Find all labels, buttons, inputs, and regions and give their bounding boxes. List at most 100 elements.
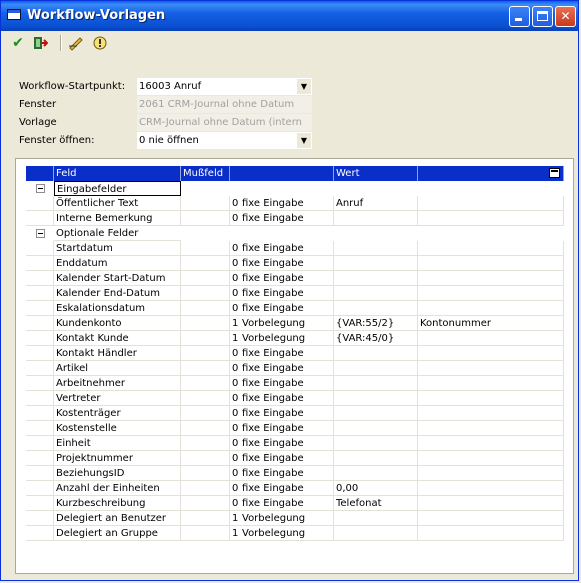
- cell-mode[interactable]: fixe Eingabe: [240, 421, 334, 436]
- table-row[interactable]: Enddatum 0 fixe Eingabe: [26, 256, 564, 271]
- cell-wert[interactable]: [334, 286, 418, 301]
- collapse-icon[interactable]: [36, 184, 45, 193]
- cell-wert[interactable]: {VAR:45/0}: [334, 331, 418, 346]
- table-row[interactable]: BeziehungsID 0 fixe Eingabe: [26, 466, 564, 481]
- cell-mode[interactable]: fixe Eingabe: [240, 451, 334, 466]
- fields-grid[interactable]: Feld Mußfeld Wert Eingabefelder Öffentlic…: [26, 166, 564, 562]
- cell-feld[interactable]: Kurzbeschreibung: [54, 496, 181, 511]
- group-row[interactable]: Optionale Felder: [26, 226, 564, 241]
- cell-mode[interactable]: fixe Eingabe: [240, 361, 334, 376]
- cell-extra[interactable]: Kontonummer: [418, 316, 564, 331]
- cell-mode[interactable]: Vorbelegung: [240, 316, 334, 331]
- cell-extra[interactable]: [418, 481, 564, 496]
- cell-extra[interactable]: [418, 436, 564, 451]
- table-row[interactable]: Einheit 0 fixe Eingabe: [26, 436, 564, 451]
- cell-feld[interactable]: Kundenkonto: [54, 316, 181, 331]
- cell-feld[interactable]: Einheit: [54, 436, 181, 451]
- cell-mussfeld[interactable]: [181, 481, 230, 496]
- cell-mode[interactable]: fixe Eingabe: [240, 196, 334, 211]
- cell-feld[interactable]: Delegiert an Gruppe: [54, 526, 181, 541]
- cell-extra[interactable]: [418, 211, 564, 226]
- cell-mussfeld[interactable]: [181, 286, 230, 301]
- cell-mussfeld[interactable]: [181, 451, 230, 466]
- cell-mussfeld[interactable]: [181, 466, 230, 481]
- cell-mussfeld[interactable]: [181, 331, 230, 346]
- cell-feld[interactable]: Delegiert an Benutzer: [54, 511, 181, 526]
- cell-mussfeld[interactable]: [181, 421, 230, 436]
- cell-feld[interactable]: Interne Bemerkung: [54, 211, 181, 226]
- table-row[interactable]: Delegiert an Benutzer 1 Vorbelegung: [26, 511, 564, 526]
- cell-mode[interactable]: fixe Eingabe: [240, 241, 334, 256]
- cell-extra[interactable]: [418, 346, 564, 361]
- cell-wert[interactable]: {VAR:55/2}: [334, 316, 418, 331]
- cell-mode[interactable]: fixe Eingabe: [240, 466, 334, 481]
- cell-wert[interactable]: [334, 466, 418, 481]
- cell-extra[interactable]: [418, 256, 564, 271]
- cell-feld[interactable]: BeziehungsID: [54, 466, 181, 481]
- header-extra[interactable]: [418, 166, 564, 181]
- cell-extra[interactable]: [418, 406, 564, 421]
- cell-extra[interactable]: [418, 286, 564, 301]
- cell-wert[interactable]: [334, 346, 418, 361]
- cell-wert[interactable]: [334, 241, 418, 256]
- table-row[interactable]: Projektnummer 0 fixe Eingabe: [26, 451, 564, 466]
- cell-wert[interactable]: [334, 391, 418, 406]
- info-icon[interactable]: [91, 34, 109, 52]
- table-row[interactable]: Eskalationsdatum 0 fixe Eingabe: [26, 301, 564, 316]
- table-row[interactable]: Kontakt Händler 0 fixe Eingabe: [26, 346, 564, 361]
- cell-wert[interactable]: [334, 376, 418, 391]
- cell-wert[interactable]: Anruf: [334, 196, 418, 211]
- cell-extra[interactable]: [418, 241, 564, 256]
- table-row[interactable]: Kalender Start-Datum 0 fixe Eingabe: [26, 271, 564, 286]
- cell-feld[interactable]: Arbeitnehmer: [54, 376, 181, 391]
- cell-mussfeld[interactable]: [181, 346, 230, 361]
- checkmark-icon[interactable]: ✔: [9, 34, 27, 52]
- cell-wert[interactable]: [334, 436, 418, 451]
- cell-mode[interactable]: fixe Eingabe: [240, 391, 334, 406]
- cell-mode[interactable]: fixe Eingabe: [240, 481, 334, 496]
- cell-feld[interactable]: Kostenträger: [54, 406, 181, 421]
- table-row[interactable]: Kontakt Kunde 1 Vorbelegung {VAR:45/0}: [26, 331, 564, 346]
- cell-extra[interactable]: [418, 361, 564, 376]
- cell-mussfeld[interactable]: [181, 526, 230, 541]
- cell-feld[interactable]: Öffentlicher Text: [54, 196, 181, 211]
- cell-feld[interactable]: Kalender Start-Datum: [54, 271, 181, 286]
- cell-extra[interactable]: [418, 271, 564, 286]
- cell-mode[interactable]: fixe Eingabe: [240, 346, 334, 361]
- cell-mode[interactable]: fixe Eingabe: [240, 436, 334, 451]
- table-row[interactable]: Artikel 0 fixe Eingabe: [26, 361, 564, 376]
- table-row[interactable]: Anzahl der Einheiten 0 fixe Eingabe 0,00: [26, 481, 564, 496]
- edit-icon[interactable]: [67, 34, 85, 52]
- cell-mussfeld[interactable]: [181, 376, 230, 391]
- cell-mode[interactable]: fixe Eingabe: [240, 301, 334, 316]
- cell-extra[interactable]: [418, 196, 564, 211]
- maximize-button[interactable]: [532, 6, 553, 27]
- cell-mode[interactable]: Vorbelegung: [240, 526, 334, 541]
- cell-mussfeld[interactable]: [181, 211, 230, 226]
- startpunkt-select[interactable]: 16003 Anruf ▼: [137, 78, 312, 95]
- cell-extra[interactable]: [418, 496, 564, 511]
- cell-mode[interactable]: fixe Eingabe: [240, 286, 334, 301]
- table-row[interactable]: Delegiert an Gruppe 1 Vorbelegung: [26, 526, 564, 541]
- table-row[interactable]: Startdatum 0 fixe Eingabe: [26, 241, 564, 256]
- title-bar[interactable]: Workflow-Vorlagen ✕: [1, 1, 578, 31]
- cell-extra[interactable]: [418, 391, 564, 406]
- cell-wert[interactable]: [334, 406, 418, 421]
- header-wert[interactable]: Wert: [334, 166, 418, 181]
- cell-wert[interactable]: [334, 271, 418, 286]
- cell-mussfeld[interactable]: [181, 316, 230, 331]
- cell-mode[interactable]: fixe Eingabe: [240, 271, 334, 286]
- cell-wert[interactable]: [334, 361, 418, 376]
- table-row[interactable]: Interne Bemerkung 0 fixe Eingabe: [26, 211, 564, 226]
- close-button[interactable]: ✕: [555, 6, 576, 27]
- cell-mussfeld[interactable]: [181, 511, 230, 526]
- cell-feld[interactable]: Kontakt Kunde: [54, 331, 181, 346]
- cell-feld[interactable]: Eskalationsdatum: [54, 301, 181, 316]
- header-feld[interactable]: Feld: [54, 166, 181, 181]
- chevron-down-icon[interactable]: ▼: [297, 79, 311, 94]
- table-row[interactable]: Kundenkonto 1 Vorbelegung {VAR:55/2} Kontonu…: [26, 316, 564, 331]
- exit-icon[interactable]: [31, 34, 49, 52]
- cell-mussfeld[interactable]: [181, 241, 230, 256]
- cell-feld[interactable]: Startdatum: [54, 241, 181, 256]
- cell-extra[interactable]: [418, 301, 564, 316]
